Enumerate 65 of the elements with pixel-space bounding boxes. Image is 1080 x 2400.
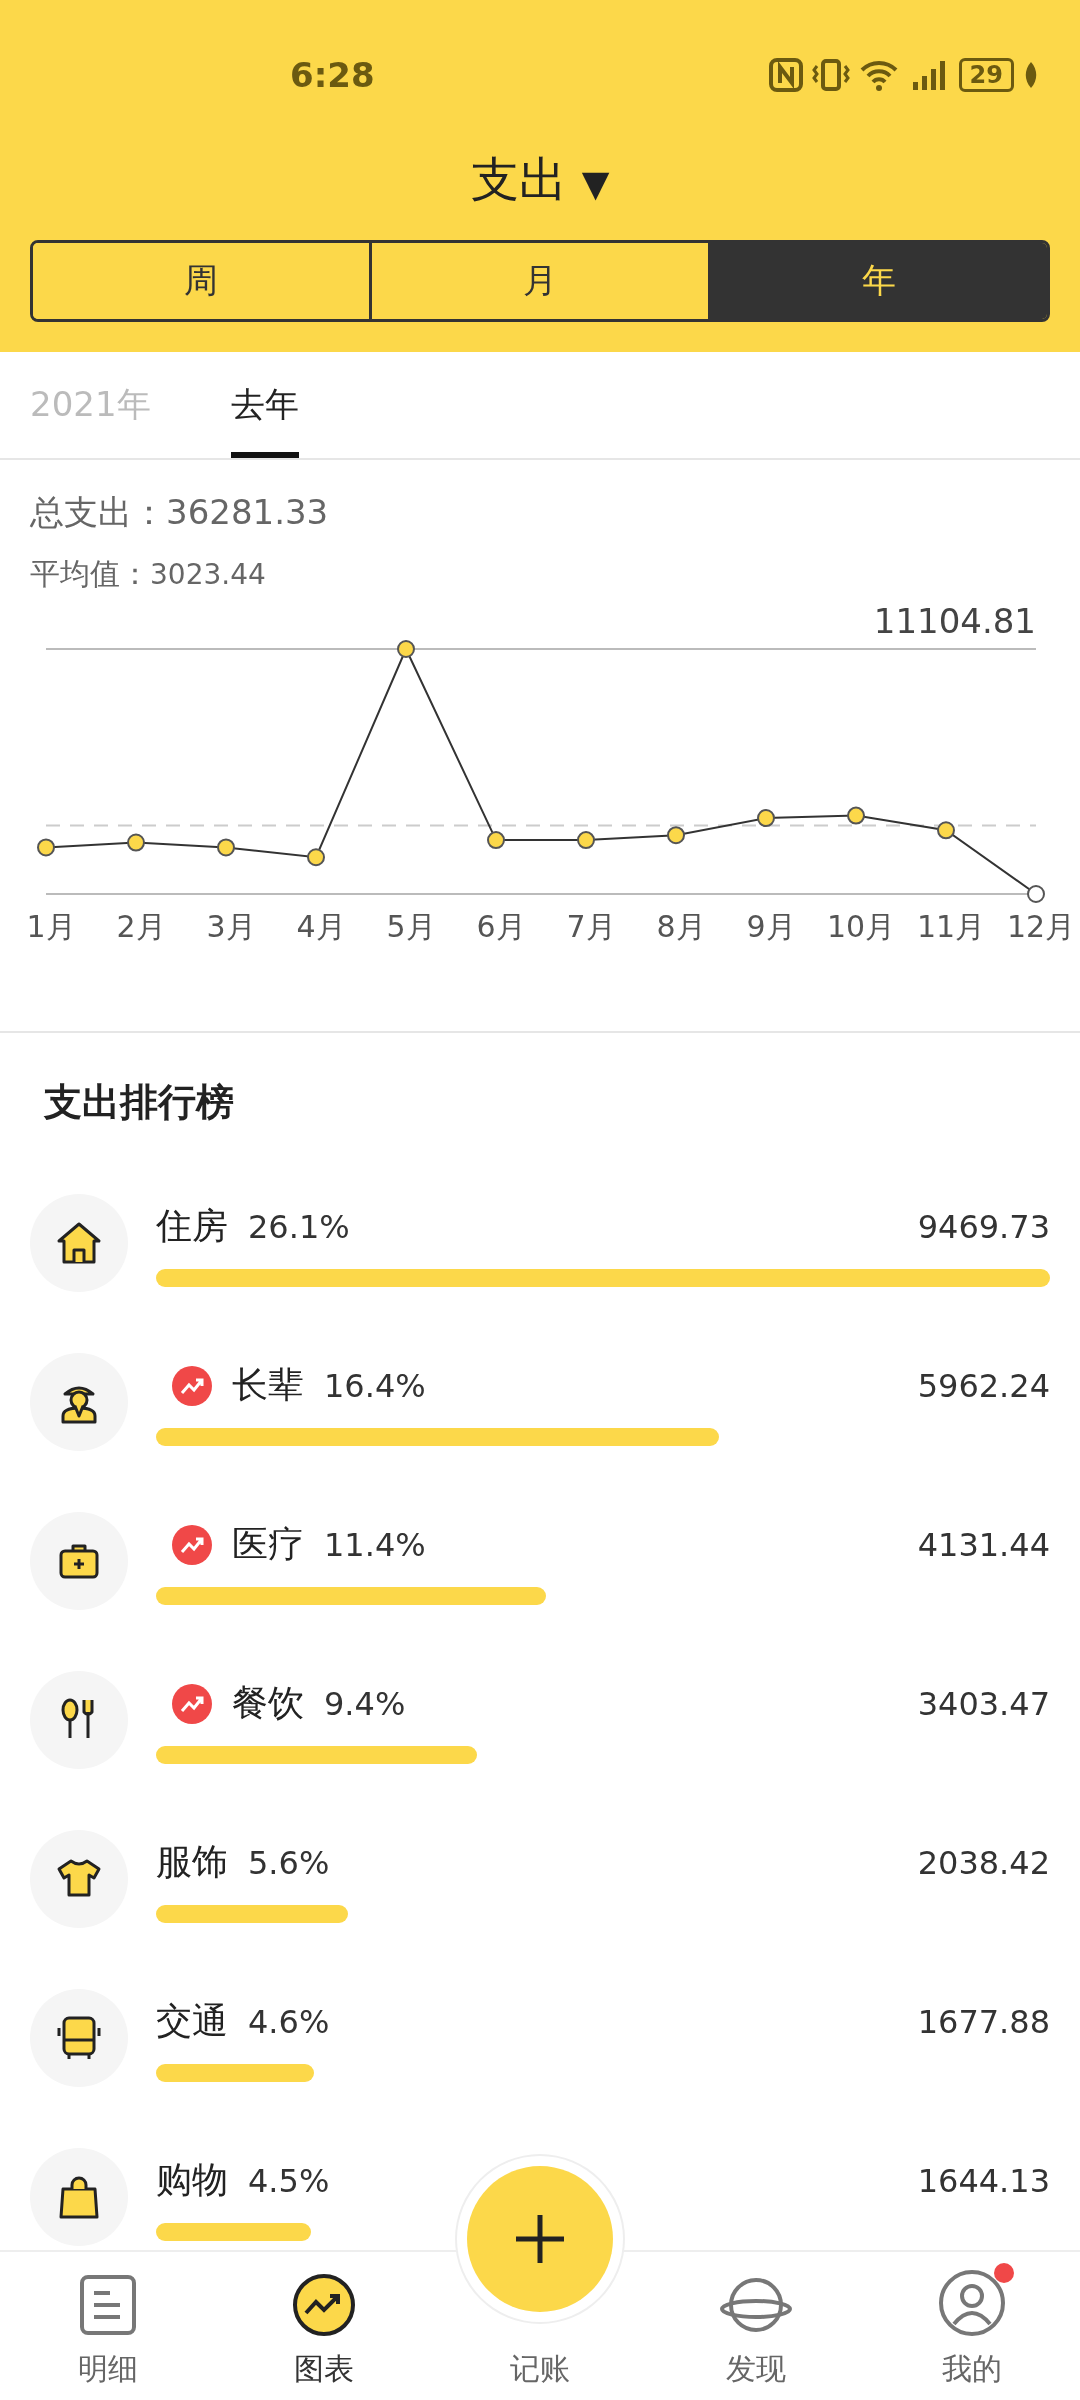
data-point <box>757 809 775 828</box>
average-label: 平均值： <box>30 556 150 591</box>
max-value-label: 11104.81 <box>873 601 1036 641</box>
category-amount: 5962.24 <box>917 1366 1050 1405</box>
category-name: 服饰 <box>156 1840 228 1884</box>
month-label: 5月 <box>386 909 436 941</box>
data-point <box>217 838 235 857</box>
nav-item[interactable]: 图表 <box>216 2252 432 2400</box>
category-name: 购物 <box>156 2158 228 2202</box>
category-percent: 5.6% <box>248 1843 330 1882</box>
month-label: 6月 <box>476 909 526 941</box>
category-percent: 16.4% <box>324 1366 426 1405</box>
category-amount: 1677.88 <box>917 2002 1050 2041</box>
data-point <box>667 826 685 845</box>
period-tab[interactable]: 年 <box>708 243 1047 319</box>
category-name: 长辈 <box>232 1363 304 1407</box>
month-label: 2月 <box>116 909 166 941</box>
data-point <box>1027 885 1045 903</box>
category-percent: 4.6% <box>248 2002 330 2041</box>
month-label: 11月 <box>916 909 986 941</box>
category-percent: 9.4% <box>324 1684 406 1723</box>
category-name: 交通 <box>156 1999 228 2043</box>
month-label: 9月 <box>746 909 796 941</box>
month-label: 8月 <box>656 909 706 941</box>
category-amount: 4131.44 <box>917 1525 1050 1564</box>
month-label: 10月 <box>826 909 896 941</box>
data-point <box>397 640 415 658</box>
category-name: 住房 <box>156 1204 228 1248</box>
nav-item[interactable]: 明细 <box>0 2252 216 2400</box>
ranking-title: 支出排行榜 <box>43 1079 235 1126</box>
data-point <box>127 833 145 852</box>
nfc-icon <box>768 58 803 92</box>
type-dropdown[interactable]: 支出 ▼ <box>470 148 610 212</box>
data-point <box>577 831 595 850</box>
category-percent: 4.5% <box>248 2161 330 2200</box>
category-name: 餐饮 <box>232 1681 304 1725</box>
total-expense: 总支出：36281.33 <box>30 491 330 534</box>
vibrate-icon <box>810 58 851 92</box>
category-percent: 11.4% <box>324 1525 426 1564</box>
wifi-icon <box>858 58 899 92</box>
trend-chart-icon <box>292 2273 356 2337</box>
month-label: 12月 <box>1006 909 1076 941</box>
data-point <box>847 806 865 825</box>
data-point <box>487 831 505 850</box>
status-time: 6:28 <box>290 55 375 95</box>
average-value: 3023.44 <box>150 558 266 591</box>
category-amount: 3403.47 <box>917 1684 1050 1723</box>
data-point <box>307 848 325 867</box>
data-point <box>937 821 955 840</box>
category-name: 医疗 <box>232 1522 304 1566</box>
category-amount: 2038.42 <box>917 1843 1050 1882</box>
nav-item[interactable]: 记账 <box>432 2349 648 2400</box>
month-label: 7月 <box>566 909 616 941</box>
month-label: 4月 <box>296 909 346 941</box>
nav-item[interactable]: 我的 <box>864 2252 1080 2400</box>
battery-level: 29 <box>958 58 1014 92</box>
category-percent: 26.1% <box>248 1207 350 1246</box>
category-amount: 1644.13 <box>917 2161 1050 2200</box>
year-tab[interactable]: 去年 <box>230 358 299 458</box>
category-amount: 9469.73 <box>917 1207 1050 1246</box>
data-point <box>37 838 55 857</box>
user-icon <box>938 2269 1006 2337</box>
nav-item[interactable]: 发现 <box>648 2252 864 2400</box>
month-label: 1月 <box>26 909 76 941</box>
month-label: 3月 <box>206 909 256 941</box>
